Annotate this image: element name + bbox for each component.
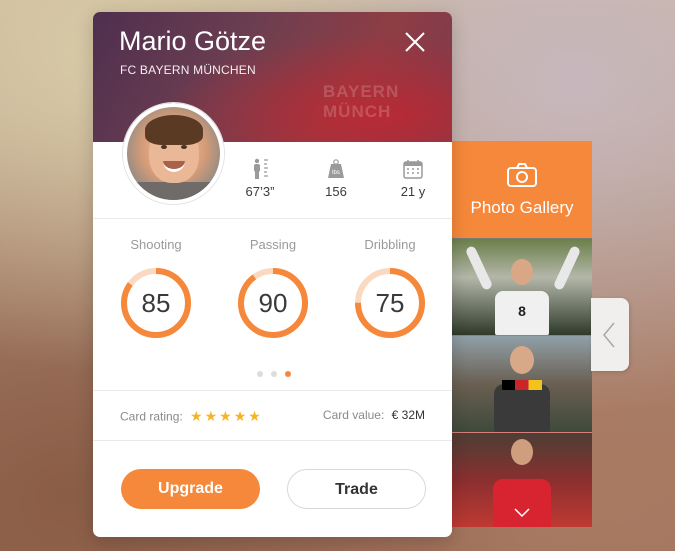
skill-value: 90 — [258, 288, 288, 318]
photo-player-head — [510, 346, 534, 374]
chevron-down-icon[interactable] — [514, 505, 530, 521]
divider — [93, 218, 452, 219]
header-background-text: BAYERN MÜNCH — [323, 82, 400, 121]
star-rating-icon: ★★★★★ — [190, 408, 263, 424]
photo-player-jersey: 8 — [495, 291, 549, 335]
camera-icon — [507, 163, 537, 187]
height-icon — [254, 158, 268, 179]
page-dot[interactable] — [285, 371, 291, 377]
photo-player-jacket — [494, 384, 550, 432]
card-value: Card value: € 32M — [323, 408, 425, 422]
stat-weight: lbs 156 — [306, 158, 366, 199]
rating-row: Card rating: ★★★★★ Card value: € 32M — [120, 408, 425, 425]
trade-button[interactable]: Trade — [287, 469, 426, 509]
photo-player-arm — [552, 245, 582, 291]
gallery-toggle-button[interactable] — [591, 298, 629, 371]
skill-label: Dribbling — [364, 237, 416, 252]
skill-ring: 85 — [119, 266, 193, 340]
weight-unit-text: lbs — [332, 170, 340, 176]
photo-player-arm — [464, 245, 494, 291]
skill-passing: Passing 90 — [228, 237, 318, 340]
weight-icon: lbs — [328, 159, 344, 178]
skill-label: Shooting — [130, 237, 182, 252]
skill-shooting: Shooting 85 — [111, 237, 201, 340]
player-stats: 67’3” lbs 156 21 y — [93, 158, 452, 214]
stat-value: 21 y — [400, 184, 426, 199]
skill-dribbling: Dribbling 75 — [345, 237, 435, 340]
pagination-dots — [257, 364, 299, 382]
player-card: BAYERN MÜNCH Mario Götze FC BAYERN MÜNCH… — [93, 12, 452, 537]
skill-value: 85 — [141, 288, 171, 318]
skill-label: Passing — [249, 237, 297, 252]
club-name: FC BAYERN MÜNCHEN — [120, 63, 256, 77]
close-icon[interactable] — [404, 31, 426, 53]
page-dot[interactable] — [257, 371, 263, 377]
divider — [93, 440, 452, 441]
skill-ring: 75 — [353, 266, 427, 340]
page-dot[interactable] — [271, 371, 277, 377]
photo-gallery-title: Photo Gallery — [470, 198, 574, 217]
chevron-left-icon — [603, 322, 615, 348]
gallery-photo[interactable] — [452, 335, 592, 432]
photo-player-head — [511, 439, 533, 465]
stat-age: 21 y — [383, 158, 443, 199]
photo-jersey-number: 8 — [518, 303, 526, 319]
stat-value: 156 — [325, 184, 347, 199]
stat-height: 67’3” — [230, 158, 290, 199]
stat-value: 67’3” — [245, 184, 275, 199]
gallery-photo[interactable] — [452, 432, 592, 527]
upgrade-button[interactable]: Upgrade — [121, 469, 260, 509]
card-value-label: Card value: — [322, 408, 385, 422]
photo-scarf — [502, 380, 542, 390]
skill-value: 75 — [375, 288, 405, 318]
player-name: Mario Götze — [119, 26, 267, 56]
divider — [93, 390, 452, 391]
gallery-photo[interactable]: 8 — [452, 238, 592, 335]
photo-gallery-header[interactable]: Photo Gallery — [452, 141, 592, 238]
skill-ring: 90 — [236, 266, 310, 340]
calendar-icon — [403, 160, 423, 179]
card-rating-label: Card rating: — [120, 409, 183, 424]
photo-player-head — [511, 259, 533, 285]
card-value-amount: € 32M — [391, 408, 425, 422]
photo-gallery-panel: Photo Gallery 8 — [452, 141, 592, 527]
